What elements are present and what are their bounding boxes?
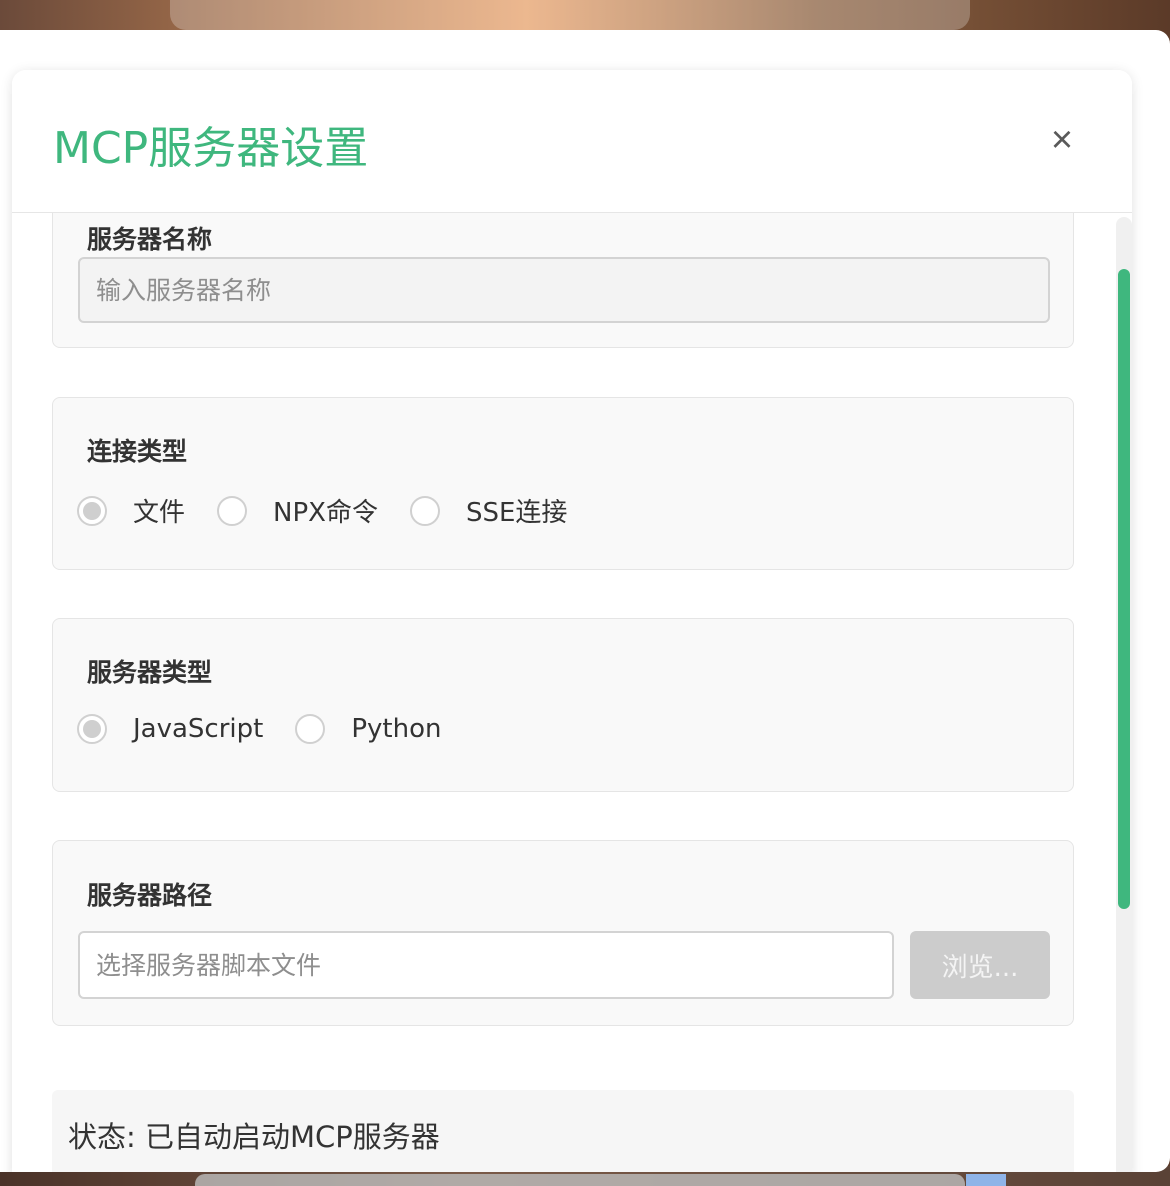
server-name-section: 服务器名称 xyxy=(52,213,1074,348)
background-dock-strip xyxy=(195,1174,965,1186)
radio-label-python: Python xyxy=(351,714,442,744)
server-path-input[interactable] xyxy=(78,931,894,999)
radio-sse[interactable] xyxy=(409,495,440,526)
radio-option-javascript[interactable]: JavaScript xyxy=(77,714,263,744)
app-window: MCP服务器设置 × 服务器名称 连接类型 文件 NPX命 xyxy=(0,30,1170,1172)
radio-javascript[interactable] xyxy=(77,714,107,744)
connection-type-radio-group: 文件 NPX命令 SSE连接 xyxy=(77,492,599,529)
browse-button[interactable]: 浏览... xyxy=(910,931,1050,999)
background-window-tab xyxy=(170,0,970,30)
server-path-section: 服务器路径 浏览... xyxy=(52,840,1074,1026)
scrollbar-track[interactable] xyxy=(1116,217,1132,1172)
radio-label-npx: NPX命令 xyxy=(273,498,378,528)
status-text: 状态: 已自动启动MCP服务器 xyxy=(68,1120,440,1154)
connection-type-label: 连接类型 xyxy=(87,437,188,466)
radio-option-python[interactable]: Python xyxy=(295,714,441,744)
radio-option-file[interactable]: 文件 xyxy=(77,492,185,529)
radio-option-sse[interactable]: SSE连接 xyxy=(409,492,568,529)
radio-label-file: 文件 xyxy=(133,498,186,528)
scrollbar-thumb[interactable] xyxy=(1118,269,1130,909)
server-path-label: 服务器路径 xyxy=(87,881,213,910)
radio-python[interactable] xyxy=(295,714,326,744)
server-name-label: 服务器名称 xyxy=(87,225,213,254)
dialog-header: MCP服务器设置 × xyxy=(12,70,1132,213)
close-icon[interactable]: × xyxy=(1042,118,1082,162)
radio-option-npx[interactable]: NPX命令 xyxy=(217,492,378,529)
dialog-body: 服务器名称 连接类型 文件 NPX命令 SS xyxy=(12,213,1112,1172)
server-name-input[interactable] xyxy=(78,257,1050,323)
server-type-label: 服务器类型 xyxy=(87,658,213,687)
server-type-section: 服务器类型 JavaScript Python xyxy=(52,618,1074,792)
radio-label-sse: SSE连接 xyxy=(465,498,568,528)
dialog-title: MCP服务器设置 xyxy=(53,123,369,174)
radio-label-javascript: JavaScript xyxy=(133,714,264,744)
server-type-radio-group: JavaScript Python xyxy=(77,714,473,744)
connection-type-section: 连接类型 文件 NPX命令 SSE连接 xyxy=(52,397,1074,570)
status-bar: 状态: 已自动启动MCP服务器 xyxy=(52,1090,1074,1172)
radio-npx[interactable] xyxy=(217,495,248,526)
radio-file[interactable] xyxy=(77,495,107,526)
background-dock-accent xyxy=(966,1174,1006,1186)
mcp-settings-dialog: MCP服务器设置 × 服务器名称 连接类型 文件 NPX命 xyxy=(12,70,1132,1172)
